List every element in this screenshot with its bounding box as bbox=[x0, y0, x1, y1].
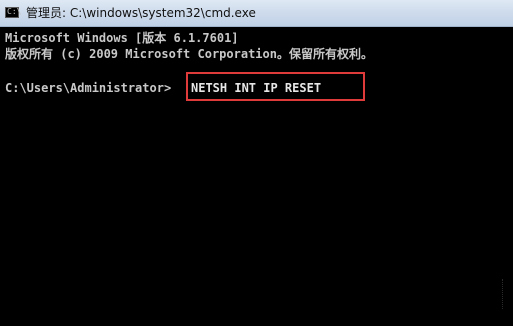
console-output[interactable]: Microsoft Windows [版本 6.1.7601] 版权所有 (c)… bbox=[0, 27, 513, 326]
console-copyright-line: 版权所有 (c) 2009 Microsoft Corporation。保留所有… bbox=[5, 47, 373, 61]
command-highlight-box bbox=[186, 72, 365, 101]
console-prompt: C:\Users\Administrator> bbox=[5, 81, 172, 95]
console-version-line: Microsoft Windows [版本 6.1.7601] bbox=[5, 31, 239, 45]
cmd-icon[interactable]: C:\ bbox=[5, 7, 22, 18]
window-title: 管理员: C:\windows\system32\cmd.exe bbox=[26, 6, 256, 20]
cmd-icon-glyph: C:\ bbox=[7, 7, 22, 16]
title-bar[interactable]: C:\ 管理员: C:\windows\system32\cmd.exe bbox=[0, 0, 513, 27]
scrollbar-hint bbox=[502, 279, 507, 309]
cmd-window: C:\ 管理员: C:\windows\system32\cmd.exe Mic… bbox=[0, 0, 513, 326]
